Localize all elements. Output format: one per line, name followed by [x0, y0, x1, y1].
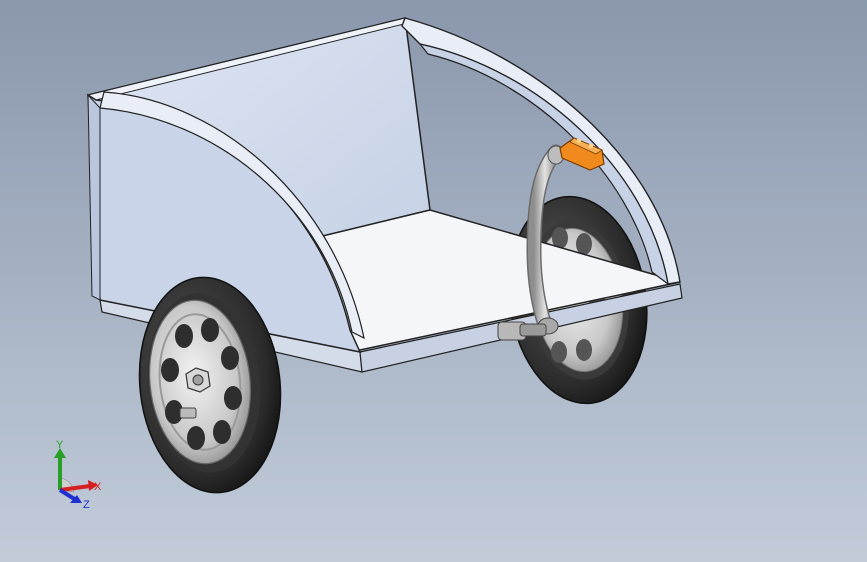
z-axis-label: Z — [83, 499, 90, 510]
cad-viewport[interactable]: Y X Z — [0, 0, 867, 562]
y-axis-label: Y — [56, 440, 64, 451]
left-axle — [179, 407, 197, 419]
coordinate-triad: Y X Z — [46, 439, 116, 511]
x-axis-label: X — [94, 481, 102, 493]
cart-model[interactable] — [0, 0, 867, 562]
